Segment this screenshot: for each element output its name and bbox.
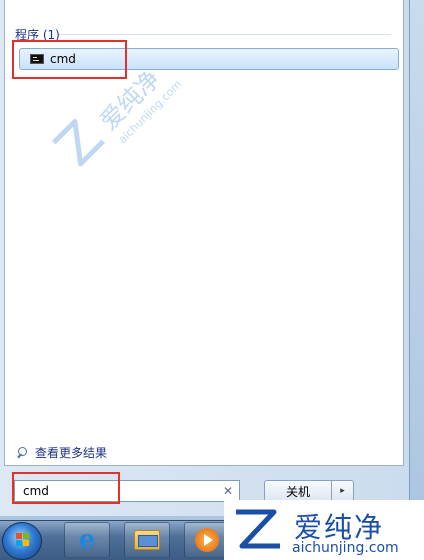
library-folder-icon [134, 530, 160, 550]
brand-logo-icon [236, 509, 280, 549]
internet-explorer-icon: e [78, 525, 96, 555]
clear-search-icon[interactable]: ✕ [223, 484, 233, 498]
search-input-value: cmd [23, 484, 49, 498]
command-prompt-icon [30, 54, 44, 64]
see-more-label: 查看更多结果 [35, 446, 108, 460]
group-divider [59, 34, 391, 35]
see-more-results-link[interactable]: 查看更多结果 [17, 444, 107, 461]
search-results-panel: 程序 (1) cmd 爱纯净 aichunjing.com 查看更多结果 [4, 0, 404, 466]
start-button[interactable] [2, 522, 42, 560]
brand-logo: 爱纯净 aichunjing.com [224, 500, 424, 560]
shutdown-button[interactable]: 关机 [264, 480, 332, 502]
taskbar-internet-explorer[interactable]: e [64, 522, 110, 558]
programs-group-header: 程序 (1) [15, 28, 60, 42]
search-input[interactable]: cmd ✕ [14, 480, 240, 502]
windows-flag-icon [16, 533, 30, 547]
start-menu: 程序 (1) cmd 爱纯净 aichunjing.com 查看更多结果 cmd… [0, 0, 410, 516]
result-item-cmd[interactable]: cmd [19, 48, 399, 70]
shutdown-options-arrow-icon[interactable]: ▸ [332, 480, 354, 502]
brand-url: aichunjing.com [292, 540, 399, 556]
media-player-icon [195, 528, 219, 552]
result-label: cmd [50, 52, 76, 66]
search-icon [17, 446, 29, 459]
taskbar-library-folder[interactable] [124, 522, 170, 558]
